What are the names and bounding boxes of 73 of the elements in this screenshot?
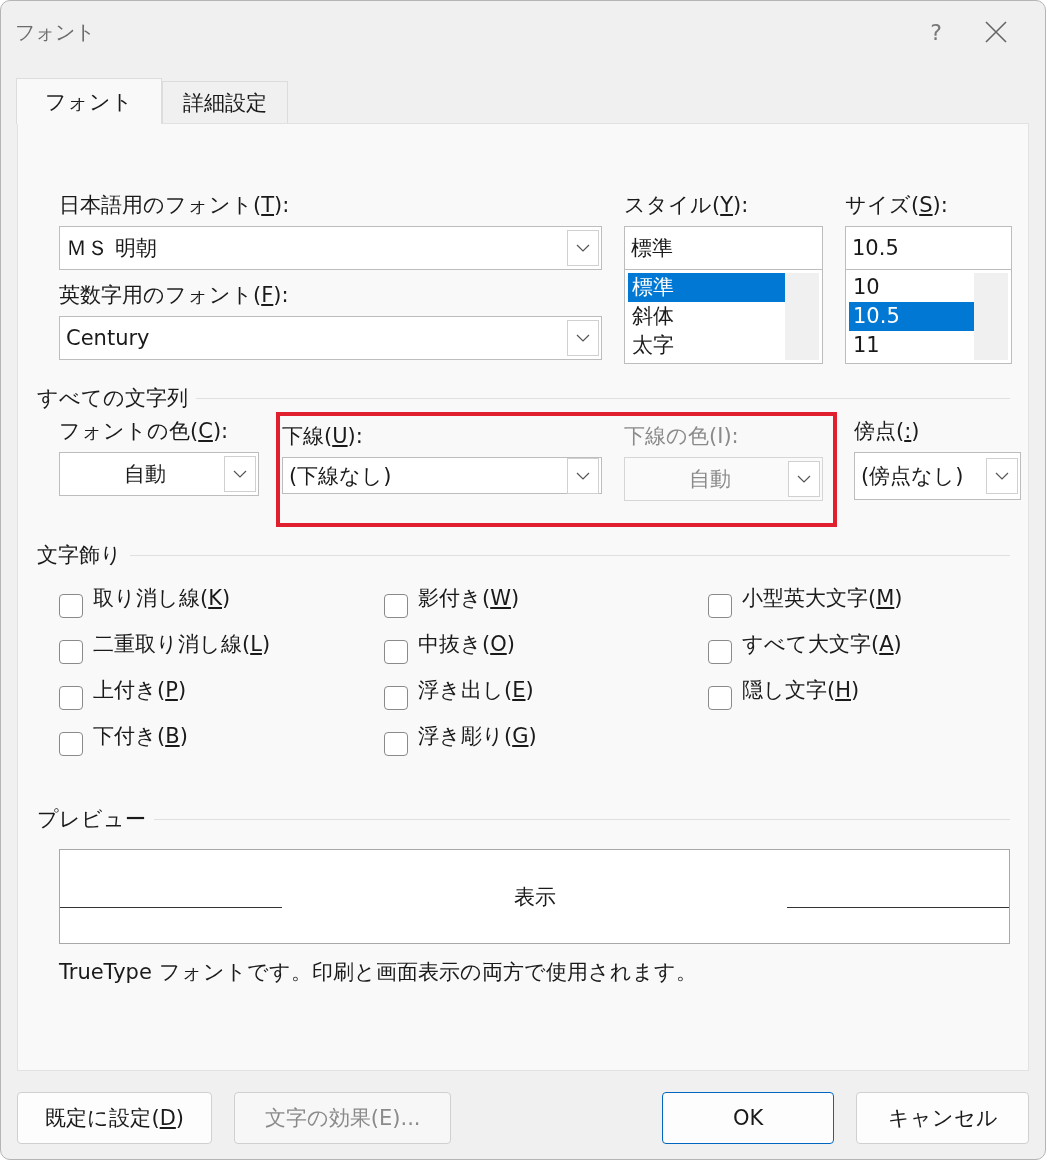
preview-text: 表示 [512,883,557,911]
field-label: 下線(U): [282,423,363,450]
checkbox[interactable] [59,594,83,618]
section-title: プレビュー [37,806,146,833]
checkbox[interactable] [384,732,408,756]
checkbox-label: 上付き(P) [93,677,187,704]
checkbox[interactable] [59,640,83,664]
chevron-down-icon [576,244,590,252]
chevron-down-icon [233,470,247,478]
checkbox[interactable] [59,686,83,710]
field-label: フォントの色(C): [59,418,229,445]
dialog-button[interactable]: OK [661,1092,835,1144]
field-label: 日本語用のフォント(T): [59,192,290,219]
field-label: 下線の色(I): [624,423,739,450]
list-item[interactable]: 11 [849,331,974,360]
window-title: フォント [15,18,96,46]
chevron-down-icon [576,471,590,480]
dropdown-value: (傍点なし) [861,463,965,490]
checkbox-label: 下付き(B) [93,723,188,750]
checkbox-label: すべて大文字(A) [742,631,902,658]
dropdown-value: ＭＳ 明朝 [66,235,158,262]
checkbox-label: 隠し文字(H) [742,677,860,704]
dropdown-button[interactable] [567,230,599,266]
checkbox-label: 中抜き(O) [418,631,515,658]
dropdown-button[interactable] [986,458,1018,494]
dropdown-button[interactable] [224,456,256,492]
font-description: TrueType フォントです。印刷と画面表示の両方で使用されます。 [59,959,698,986]
list-item[interactable]: 10 [849,273,974,302]
list-item[interactable]: 10.5 [849,302,974,331]
dropdown-button[interactable] [567,320,599,356]
checkbox-label: 取り消し線(K) [93,585,231,612]
checkbox-label: 浮き彫り(G) [418,723,537,750]
chevron-down-icon [797,475,811,483]
checkbox[interactable] [708,686,732,710]
checkbox[interactable] [708,594,732,618]
list-item[interactable]: 斜体 [628,302,785,331]
text-field[interactable]: 10.5 [845,226,1012,270]
close-icon[interactable] [985,21,1007,43]
chevron-down-icon [576,334,590,342]
dropdown-value: Century [66,326,151,350]
list-item[interactable]: 太字 [628,331,785,360]
checkbox[interactable] [384,594,408,618]
checkbox[interactable] [384,640,408,664]
field-label: スタイル(Y): [624,192,749,219]
tab[interactable]: フォント [16,78,162,124]
dropdown-field[interactable]: 自動 [59,452,259,496]
dropdown-value: (下線なし) [289,462,393,490]
list-item[interactable]: 標準 [628,273,785,302]
checkbox-label: 小型英大文字(M) [742,585,903,612]
field-label: サイズ(S): [845,192,948,219]
checkbox-label: 浮き出し(E) [418,677,534,704]
field-label: 英数字用のフォント(F): [59,282,289,309]
help-button[interactable]: ? [911,19,961,45]
section-title: すべての文字列 [37,385,188,412]
checkbox[interactable] [384,686,408,710]
checkbox[interactable] [59,732,83,756]
text-field[interactable]: 標準 [624,226,823,270]
dialog-button[interactable]: キャンセル [856,1092,1029,1144]
dropdown-button[interactable] [567,457,599,494]
checkbox[interactable] [708,640,732,664]
dropdown-field[interactable]: (下線なし) [282,457,602,494]
dropdown-field[interactable]: ＭＳ 明朝 [59,226,602,270]
checkbox-label: 影付き(W) [418,585,520,612]
dropdown-value: 自動 [687,466,732,493]
section-title: 文字飾り [37,542,122,569]
tab[interactable]: 詳細設定 [162,81,288,123]
dialog-button[interactable]: 既定に設定(D) [17,1092,213,1144]
chevron-down-icon [995,472,1009,480]
checkbox-label: 二重取り消し線(L) [93,631,271,658]
field-label: 傍点(:) [854,418,920,445]
dropdown-field[interactable]: Century [59,316,602,360]
dropdown-field[interactable]: (傍点なし) [854,452,1021,500]
dropdown-value: 自動 [123,461,167,488]
